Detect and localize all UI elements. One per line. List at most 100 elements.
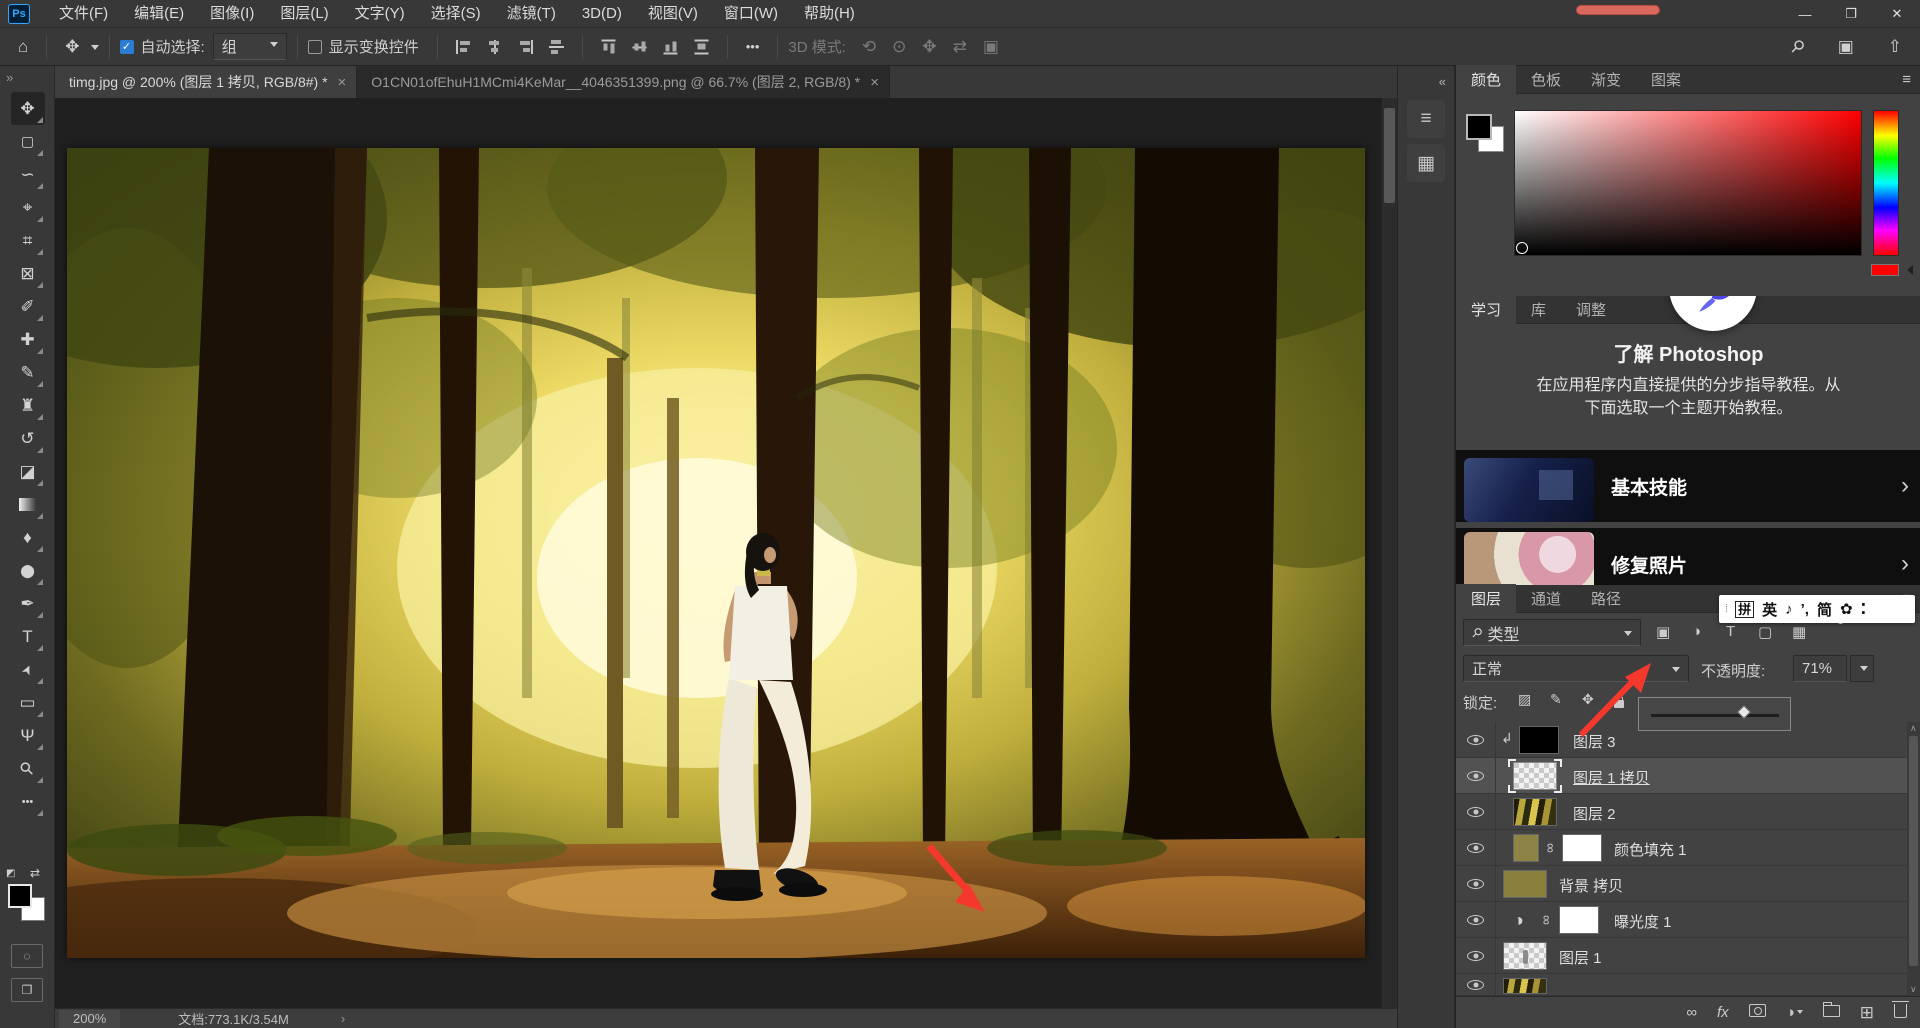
layer-name[interactable]: 图层 1 [1559,947,1602,968]
align-left-icon[interactable] [455,39,471,54]
menu-layer[interactable]: 图层(L) [267,0,341,28]
layer-thumbnail[interactable] [1513,798,1557,826]
visibility-toggle[interactable] [1456,830,1496,866]
layer-mask-thumbnail[interactable] [1559,906,1599,934]
layer-thumbnail-selected[interactable] [1508,759,1562,793]
close-button[interactable]: ✕ [1874,0,1920,28]
ime-settings-icon[interactable]: ✿ [1840,600,1853,618]
layer-row-partial[interactable] [1456,974,1920,996]
ime-english-icon[interactable]: 英 [1762,599,1777,620]
menu-help[interactable]: 帮助(H) [791,0,868,28]
zoom-level-field[interactable]: 200% [59,1009,121,1028]
canvas-area[interactable] [55,98,1397,1008]
visibility-toggle[interactable] [1456,722,1496,758]
menu-filter[interactable]: 滤镜(T) [494,0,569,28]
filter-pixel-layers-icon[interactable]: ▣ [1656,623,1670,641]
add-layer-mask-icon[interactable] [1748,1004,1766,1021]
tool-pen[interactable]: ✒ [11,587,45,620]
delete-layer-icon[interactable] [1892,1000,1909,1022]
auto-select-checkbox[interactable]: ✓ [119,39,134,54]
tool-rectangle[interactable]: ▭ [11,686,45,719]
layer-row-1[interactable]: 图层 1 [1456,938,1920,974]
tool-spot-healing[interactable]: ✚ [11,323,45,356]
layer-thumbnail[interactable] [1503,870,1547,898]
tab-patterns[interactable]: 图案 [1636,65,1696,94]
visibility-toggle[interactable] [1456,758,1496,794]
layer-name[interactable]: 图层 3 [1573,731,1616,752]
collapsed-panel-properties[interactable]: ≡ [1407,100,1445,138]
tool-lasso[interactable]: ∽ [11,158,45,191]
ime-simplified-icon[interactable]: 简 [1817,599,1832,620]
document-image[interactable] [67,148,1365,958]
expand-panels-icon[interactable]: « [1439,74,1446,89]
chevron-down-icon[interactable] [90,44,99,54]
quick-mask-button[interactable]: ◌ [11,944,43,968]
document-tab-o1cn[interactable]: O1CN01ofEhuH1MCmi4KeMar__4046351399.png … [357,66,890,98]
visibility-toggle[interactable] [1456,902,1496,938]
foreground-color-swatch[interactable] [1466,114,1492,140]
tool-blur[interactable]: ♦ [11,521,45,554]
document-tab-timg[interactable]: timg.jpg @ 200% (图层 1 拷贝, RGB/8#) * × [55,66,358,98]
layer-row-1-copy[interactable]: 图层 1 拷贝 [1456,758,1920,794]
tab-color[interactable]: 颜色 [1456,65,1517,94]
align-middle-icon[interactable] [548,39,564,54]
layer-name[interactable]: 背景 拷贝 [1559,875,1623,896]
layer-row-color-fill[interactable]: ∞ 颜色填充 1 [1456,830,1920,866]
tool-clone-stamp[interactable]: ♜ [11,389,45,422]
share-image-icon[interactable]: ⇧ [1880,37,1910,57]
tool-frame[interactable]: ⊠ [11,257,45,290]
saturation-brightness-field[interactable] [1514,110,1862,256]
menu-select[interactable]: 选择(S) [418,0,494,28]
close-icon[interactable]: × [338,74,347,91]
visibility-toggle[interactable] [1456,938,1496,974]
lock-position-icon[interactable]: ✥ [1582,691,1594,708]
distribute-top-icon[interactable] [601,39,616,54]
filter-adjustment-layers-icon[interactable]: ◑ [1692,623,1701,640]
tool-object-selection[interactable]: ⌖ [11,191,45,224]
tab-layers[interactable]: 图层 [1456,584,1517,613]
layer-thumbnail[interactable] [1503,978,1547,994]
ime-more-icon[interactable]: ⁚ [1861,600,1867,618]
status-chevron-icon[interactable]: › [341,1011,345,1026]
menu-3d[interactable]: 3D(D) [569,0,635,28]
restore-button[interactable]: ❐ [1828,0,1874,28]
tab-swatches[interactable]: 色板 [1516,65,1576,94]
tool-zoom[interactable]: ⚲ [11,752,45,785]
tab-adjustments[interactable]: 调整 [1561,296,1621,324]
tool-path-selection[interactable]: ➤ [11,653,45,686]
menu-view[interactable]: 视图(V) [635,0,711,28]
layer-list-scrollbar[interactable]: ∧ ∨ [1907,722,1920,996]
minimize-button[interactable]: — [1782,0,1828,28]
default-colors-icon[interactable]: ◩ [6,868,15,879]
more-options-icon[interactable]: ••• [738,39,768,54]
move-tool-preset-icon[interactable]: ✥ [57,37,87,57]
new-layer-icon[interactable]: ⊞ [1860,1003,1874,1023]
tab-learn[interactable]: 学习 [1456,296,1517,324]
distribute-horizontal-icon[interactable] [694,39,709,54]
align-center-icon[interactable] [487,39,502,54]
canvas-vertical-scrollbar[interactable] [1381,98,1397,1008]
layer-name[interactable]: 图层 2 [1573,803,1616,824]
opacity-slider-track[interactable] [1651,714,1779,717]
tool-hand[interactable]: Ψ [11,719,45,752]
link-layers-icon[interactable]: ∞ [1686,1004,1697,1021]
tab-libraries[interactable]: 库 [1516,296,1561,324]
tab-paths[interactable]: 路径 [1576,584,1636,613]
tool-eyedropper[interactable]: ✐ [11,290,45,323]
learn-card-basic-skills[interactable]: 基本技能 › [1456,450,1920,522]
menu-image[interactable]: 图像(I) [197,0,267,28]
search-icon[interactable]: ⚲ [1780,30,1814,64]
ime-toolbar[interactable]: ⁞ 拼 英 ♪ ’, 简 ✿ ⁚ [1719,595,1915,623]
lock-pixels-icon[interactable]: ✎ [1550,691,1562,708]
layer-style-icon[interactable]: fx [1717,1004,1729,1021]
home-icon[interactable]: ⌂ [10,37,36,57]
distribute-vcenter-icon[interactable] [632,39,647,54]
close-icon[interactable]: × [870,74,879,91]
visibility-toggle[interactable] [1456,974,1496,996]
swap-colors-icon[interactable]: ⇄ [30,866,40,880]
distribute-bottom-icon[interactable] [663,39,678,54]
screen-mode-button[interactable]: ❐ [11,978,43,1002]
foreground-color-swatch[interactable] [8,884,32,908]
layer-thumbnail[interactable] [1503,942,1547,970]
hue-slider[interactable] [1873,110,1899,256]
